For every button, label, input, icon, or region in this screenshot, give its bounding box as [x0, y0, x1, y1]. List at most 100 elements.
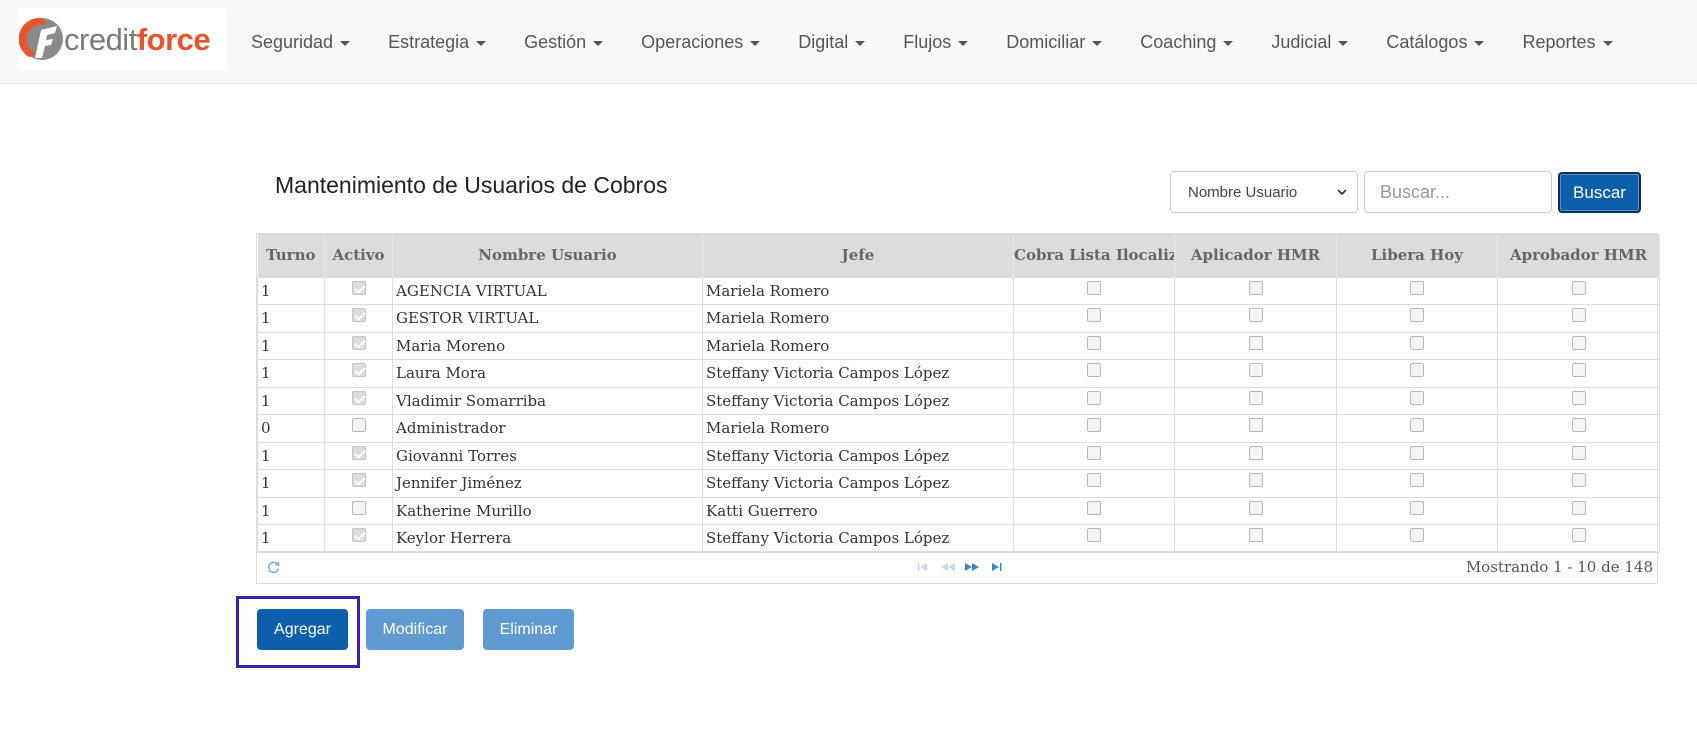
cell-nombre: Keylor Herrera [392, 524, 703, 553]
nav-item-label: Coaching [1140, 31, 1217, 52]
cell-turno: 1 [257, 386, 325, 415]
libera-checkbox [1410, 280, 1424, 295]
first-page-icon[interactable] [916, 562, 932, 572]
cell-cobra [1013, 359, 1175, 388]
brand-logo[interactable]: creditforce [17, 8, 227, 70]
cell-turno: 1 [257, 331, 325, 360]
aplicador-checkbox [1248, 528, 1263, 542]
cobra-checkbox [1087, 418, 1101, 432]
libera-checkbox [1410, 418, 1424, 432]
table-row[interactable]: 1 AGENCIA VIRTUAL Mariela Romero [257, 276, 1660, 305]
table-row[interactable]: 0 Administrador Mariela Romero [257, 414, 1660, 443]
activo-checkbox [351, 528, 366, 542]
cobra-checkbox [1087, 528, 1101, 542]
nav-item-reportes[interactable]: Reportes [1503, 0, 1631, 84]
cell-nombre: Jennifer Jiménez [392, 469, 703, 498]
cell-turno: 1 [257, 304, 325, 333]
cell-aplicador [1174, 304, 1337, 333]
cobra-checkbox [1087, 500, 1101, 515]
cell-aprobador [1497, 359, 1660, 388]
cell-aplicador [1174, 414, 1337, 443]
libera-checkbox [1410, 473, 1424, 487]
cell-aprobador [1497, 386, 1660, 415]
table-row[interactable]: 1 Vladimir Somarriba Steffany Victoria Cam… [257, 386, 1660, 415]
table-row[interactable]: 1 Laura Mora Steffany Victoria Campos Lópe… [257, 359, 1660, 388]
nav-item-coaching[interactable]: Coaching [1121, 0, 1252, 84]
nav-item-label: Gestión [524, 31, 587, 52]
cell-aprobador [1497, 496, 1660, 525]
users-table: Turno Activo Nombre Usuario Jefe Cobra Lista… [257, 234, 1660, 553]
last-page-icon[interactable] [988, 562, 1004, 572]
add-button[interactable]: Agregar [257, 609, 348, 650]
table-row[interactable]: 1 GESTOR VIRTUAL Mariela Romero [257, 304, 1660, 333]
nav-item-seguridad[interactable]: Seguridad [232, 0, 369, 84]
cell-cobra [1013, 469, 1175, 498]
cobra-checkbox [1087, 445, 1101, 460]
column-header[interactable]: Nombre Usuario [392, 234, 703, 277]
table-header-row: Turno Activo Nombre Usuario Jefe Cobra Lista… [257, 234, 1660, 277]
aprobador-checkbox [1571, 473, 1586, 487]
cell-turno: 1 [257, 359, 325, 388]
cell-aprobador [1497, 331, 1660, 360]
aplicador-checkbox [1248, 445, 1263, 460]
nav-item-gestion[interactable]: Gestión [505, 0, 622, 84]
table-body: 1 AGENCIA VIRTUAL Mariela Romero 1 GESTOR VI… [257, 276, 1660, 553]
table-row[interactable]: 1 Giovanni Torres Steffany Victoria Campos… [257, 441, 1660, 470]
nav-item-flujos[interactable]: Flujos [884, 0, 987, 84]
cell-aprobador [1497, 414, 1660, 443]
column-header[interactable]: Libera Hoy [1336, 234, 1498, 277]
cell-activo [324, 524, 393, 553]
nav-item-digital[interactable]: Digital [779, 0, 884, 84]
nav-item-domiciliar[interactable]: Domiciliar [987, 0, 1121, 84]
cell-activo [324, 276, 393, 305]
activo-checkbox [351, 390, 366, 405]
table-row[interactable]: 1 Keylor Herrera Steffany Victoria Campos … [257, 524, 1660, 553]
search-input[interactable] [1364, 171, 1552, 213]
aplicador-checkbox [1248, 418, 1263, 432]
activo-checkbox [351, 418, 366, 432]
page-title: Mantenimiento de Usuarios de Cobros [275, 172, 668, 198]
search-button[interactable]: Buscar [1558, 172, 1641, 213]
column-header[interactable]: Aplicador HMR [1174, 234, 1337, 277]
prev-page-icon[interactable] [940, 562, 956, 572]
nav-item-estrategia[interactable]: Estrategia [369, 0, 505, 84]
refresh-icon[interactable] [267, 560, 281, 574]
cell-cobra [1013, 441, 1175, 470]
table-row[interactable]: 1 Jennifer Jiménez Steffany Victoria Campo… [257, 469, 1660, 498]
nav-item-judicial[interactable]: Judicial [1252, 0, 1367, 84]
aplicador-checkbox [1248, 335, 1263, 350]
cell-aplicador [1174, 386, 1337, 415]
column-header[interactable]: Jefe [702, 234, 1014, 277]
search-filter-select[interactable]: Nombre Usuario [1170, 171, 1358, 213]
table-row[interactable]: 1 Maria Moreno Mariela Romero [257, 331, 1660, 360]
nav-item-label: Judicial [1271, 31, 1332, 52]
table-row[interactable]: 1 Katherine Murillo Katti Guerrero [257, 496, 1660, 525]
libera-checkbox [1410, 308, 1424, 322]
column-header[interactable]: Turno [257, 234, 325, 277]
users-grid: Turno Activo Nombre Usuario Jefe Cobra Lista… [256, 233, 1660, 584]
cell-libera [1336, 331, 1498, 360]
aprobador-checkbox [1571, 363, 1586, 377]
cell-cobra [1013, 304, 1175, 333]
cell-aplicador [1174, 469, 1337, 498]
cell-nombre: Giovanni Torres [392, 441, 703, 470]
nav-item-catalogos[interactable]: Catálogos [1367, 0, 1503, 84]
modify-button[interactable]: Modificar [366, 609, 464, 650]
nav-item-label: Estrategia [388, 31, 470, 52]
libera-checkbox [1410, 528, 1424, 542]
cell-turno: 1 [257, 524, 325, 553]
caret-down-icon [1092, 40, 1103, 46]
cell-nombre: AGENCIA VIRTUAL [392, 276, 703, 305]
caret-down-icon [1474, 40, 1485, 46]
nav-item-label: Seguridad [251, 31, 334, 52]
cell-jefe: Steffany Victoria Campos López [702, 524, 1014, 553]
nav-item-label: Flujos [903, 31, 952, 52]
caret-down-icon [1223, 40, 1234, 46]
nav-item-operaciones[interactable]: Operaciones [622, 0, 779, 84]
column-header[interactable]: Aprobador HMR [1497, 234, 1660, 277]
next-page-icon[interactable] [964, 562, 980, 572]
cell-aplicador [1174, 441, 1337, 470]
column-header[interactable]: Cobra Lista Ilocaliz [1013, 234, 1175, 277]
column-header[interactable]: Activo [324, 234, 393, 277]
delete-button[interactable]: Eliminar [483, 609, 574, 650]
